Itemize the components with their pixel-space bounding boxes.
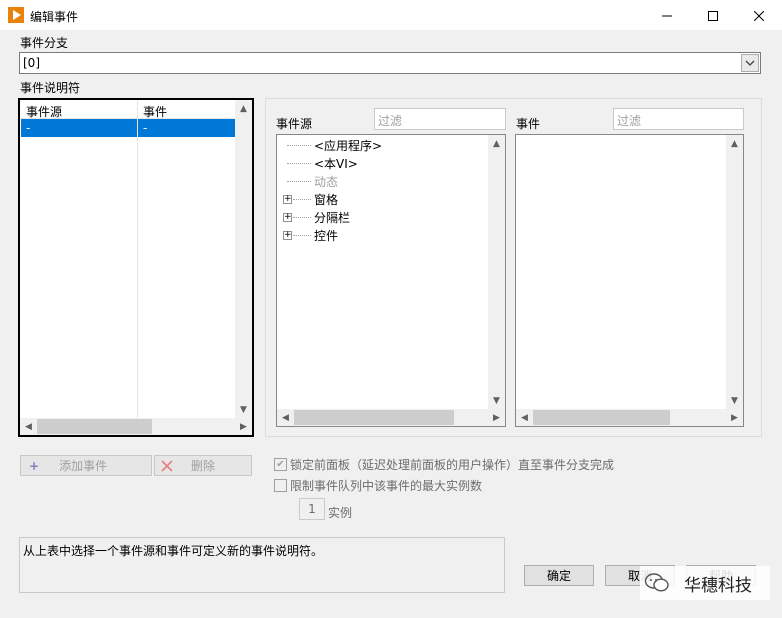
events-vertical-scrollbar[interactable]: ▲ ▼ xyxy=(726,135,743,409)
lock-panel-label: 锁定前面板（延迟处理前面板的用户操作）直至事件分支完成 xyxy=(290,458,615,472)
title-bar: 编辑事件 xyxy=(0,0,782,31)
tree-item-label: 窗格 xyxy=(314,192,339,207)
event-case-value: [0] xyxy=(23,56,40,70)
events-list[interactable]: ▲ ▼ ◀ ▶ xyxy=(515,134,744,427)
tree-item-dynamic[interactable]: 动态 xyxy=(277,172,477,190)
specifiers-label: 事件说明符 xyxy=(20,81,81,95)
dropdown-button[interactable] xyxy=(741,54,759,72)
row-source-cell: - xyxy=(26,121,31,135)
scroll-up-icon[interactable]: ▲ xyxy=(726,135,743,152)
sources-filter-placeholder: 过滤 xyxy=(378,114,403,128)
tree-item-label: 控件 xyxy=(314,228,339,243)
sources-horizontal-scrollbar[interactable]: ◀ ▶ xyxy=(277,409,505,426)
tree-item-splitter[interactable]: + 分隔栏 xyxy=(277,208,477,226)
scroll-down-icon[interactable]: ▼ xyxy=(488,392,505,409)
wechat-icon xyxy=(644,573,669,592)
scroll-left-icon[interactable]: ◀ xyxy=(20,418,37,435)
events-filter-input[interactable]: 过滤 xyxy=(613,108,744,130)
column-divider xyxy=(137,100,138,419)
minimize-button[interactable] xyxy=(644,0,690,31)
ok-label: 确定 xyxy=(546,569,571,583)
column-header-source[interactable]: 事件源 xyxy=(26,103,62,120)
tree-item-label: 分隔栏 xyxy=(314,210,351,225)
expand-plus-icon[interactable]: + xyxy=(283,194,292,204)
instances-value: 1 xyxy=(308,502,316,516)
app-icon xyxy=(8,7,24,23)
table-row[interactable]: - xyxy=(21,119,137,137)
scroll-left-icon[interactable]: ◀ xyxy=(277,409,294,426)
delete-x-icon xyxy=(161,459,173,472)
instances-label: 实例 xyxy=(328,506,353,520)
add-event-button[interactable]: + 添加事件 xyxy=(20,455,152,476)
tree-item-label: <本VI> xyxy=(314,156,358,171)
tree-item-label: 动态 xyxy=(314,174,339,189)
limit-queue-option[interactable]: 限制事件队列中该事件的最大实例数 xyxy=(274,477,482,494)
delete-button[interactable]: 删除 xyxy=(154,455,252,476)
maximize-icon xyxy=(708,10,718,21)
tree-item-this-vi[interactable]: <本VI> xyxy=(277,154,477,172)
specifiers-table[interactable]: 事件源 事件 - - ▲ ▼ ◀ ▶ xyxy=(18,98,254,437)
column-header-event[interactable]: 事件 xyxy=(143,103,167,120)
table-header: 事件源 事件 xyxy=(20,100,235,419)
scroll-thumb[interactable] xyxy=(533,410,670,425)
scroll-up-icon[interactable]: ▲ xyxy=(235,100,252,117)
lock-panel-option[interactable]: ✔ 锁定前面板（延迟处理前面板的用户操作）直至事件分支完成 xyxy=(274,456,614,473)
ok-button[interactable]: 确定 xyxy=(524,565,594,586)
sources-label: 事件源 xyxy=(276,117,313,131)
minimize-icon xyxy=(662,15,672,16)
scroll-right-icon[interactable]: ▶ xyxy=(726,409,743,426)
close-icon xyxy=(754,10,764,21)
close-button[interactable] xyxy=(736,0,782,31)
sources-tree-body: <应用程序> <本VI> 动态 + 窗格 + 分隔栏 + 控件 xyxy=(277,135,489,408)
maximize-button[interactable] xyxy=(690,0,736,31)
sources-tree[interactable]: <应用程序> <本VI> 动态 + 窗格 + 分隔栏 + 控件 ▲ ▼ ◀ ▶ xyxy=(276,134,506,427)
expand-plus-icon[interactable]: + xyxy=(283,212,292,222)
events-label: 事件 xyxy=(516,117,541,131)
instances-input[interactable]: 1 xyxy=(299,498,325,520)
window-title: 编辑事件 xyxy=(30,10,79,24)
table-row-event[interactable]: - xyxy=(138,119,235,137)
watermark-text: 华穗科技 xyxy=(684,575,752,596)
plus-icon: + xyxy=(29,458,40,473)
lock-panel-checkbox[interactable]: ✔ xyxy=(274,458,287,471)
expand-plus-icon[interactable]: + xyxy=(283,230,292,240)
event-case-label: 事件分支 xyxy=(20,36,69,50)
vertical-scrollbar[interactable]: ▲ ▼ xyxy=(235,100,252,418)
sources-vertical-scrollbar[interactable]: ▲ ▼ xyxy=(488,135,505,409)
sources-filter-input[interactable]: 过滤 xyxy=(374,108,506,130)
hint-text: 从上表中选择一个事件源和事件可定义新的事件说明符。 xyxy=(23,544,324,558)
events-horizontal-scrollbar[interactable]: ◀ ▶ xyxy=(516,409,743,426)
scroll-thumb[interactable] xyxy=(37,419,152,434)
add-event-label: 添加事件 xyxy=(59,459,108,473)
scroll-left-icon[interactable]: ◀ xyxy=(516,409,533,426)
scroll-right-icon[interactable]: ▶ xyxy=(235,418,252,435)
scroll-thumb[interactable] xyxy=(294,410,454,425)
scroll-up-icon[interactable]: ▲ xyxy=(488,135,505,152)
row-event-cell: - xyxy=(143,121,148,135)
scroll-down-icon[interactable]: ▼ xyxy=(235,401,252,418)
scroll-down-icon[interactable]: ▼ xyxy=(726,392,743,409)
tree-item-application[interactable]: <应用程序> xyxy=(277,136,477,154)
tree-item-pane[interactable]: + 窗格 xyxy=(277,190,477,208)
tree-item-label: <应用程序> xyxy=(314,138,383,153)
tree-item-controls[interactable]: + 控件 xyxy=(277,226,477,244)
horizontal-scrollbar[interactable]: ◀ ▶ xyxy=(20,418,252,435)
delete-label: 删除 xyxy=(191,459,216,473)
limit-queue-label: 限制事件队列中该事件的最大实例数 xyxy=(290,479,483,493)
limit-queue-checkbox[interactable] xyxy=(274,479,287,492)
hint-box: 从上表中选择一个事件源和事件可定义新的事件说明符。 xyxy=(19,537,505,593)
events-filter-placeholder: 过滤 xyxy=(617,114,642,128)
chevron-down-icon xyxy=(745,60,755,66)
scroll-right-icon[interactable]: ▶ xyxy=(488,409,505,426)
event-case-select[interactable]: [0] xyxy=(19,52,761,74)
watermark: 华穗科技 xyxy=(640,566,770,600)
